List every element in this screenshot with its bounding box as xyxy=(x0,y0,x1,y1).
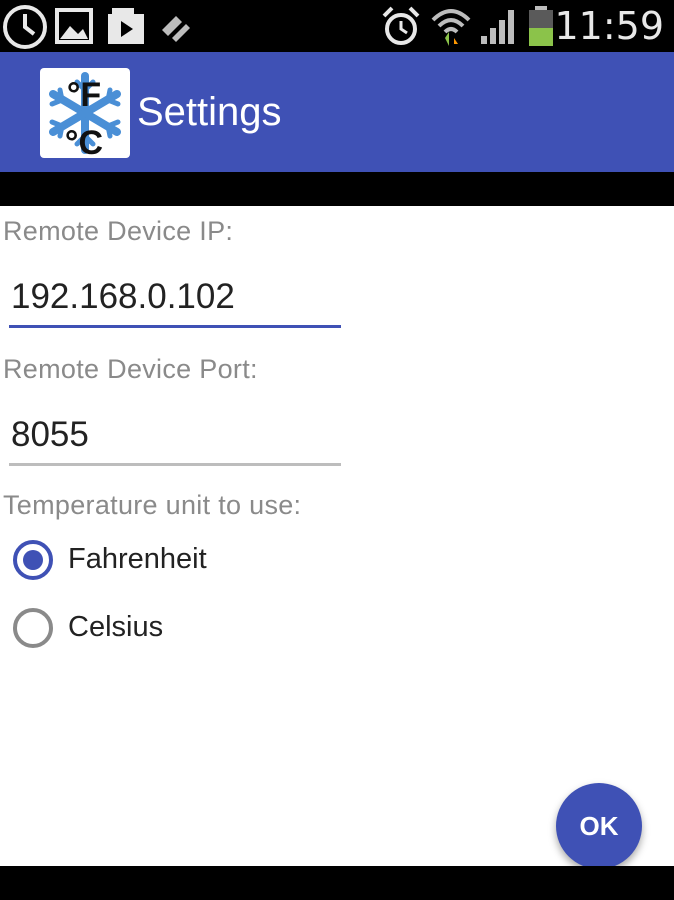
settings-form: Remote Device IP: Remote Device Port: Te… xyxy=(0,206,674,866)
status-time: 11:59 xyxy=(554,4,664,48)
ip-label: Remote Device IP: xyxy=(3,216,234,246)
ip-input-underline xyxy=(9,325,341,328)
port-label: Remote Device Port: xyxy=(3,354,258,384)
radio-celsius-label: Celsius xyxy=(68,611,164,643)
app-screen: 11:59 °F °C Settings Remote Device IP: 1… xyxy=(0,0,674,900)
app-logo: °F °C xyxy=(40,68,130,158)
clock-icon xyxy=(2,4,48,55)
unit-label: Temperature unit to use: xyxy=(3,490,302,520)
snowflake-icon: °F °C xyxy=(49,72,121,158)
radio-fahrenheit[interactable]: Fahrenheit xyxy=(10,534,410,584)
sync-icon xyxy=(156,4,196,53)
port-input-underline xyxy=(9,463,341,466)
radio-checked-icon[interactable] xyxy=(12,539,54,586)
bottom-band xyxy=(0,866,674,900)
page-title: Settings xyxy=(137,90,282,134)
toolbar-shadow-band xyxy=(0,172,674,206)
logo-celsius: °C xyxy=(65,124,103,158)
port-input[interactable] xyxy=(9,411,341,459)
radio-celsius[interactable]: Celsius xyxy=(10,602,410,652)
media-icon xyxy=(104,4,148,53)
radio-unchecked-icon[interactable] xyxy=(12,607,54,654)
image-icon xyxy=(52,4,96,53)
app-bar: °F °C Settings xyxy=(0,52,674,172)
alarm-icon xyxy=(380,4,422,53)
logo-fahrenheit: °F xyxy=(67,76,101,114)
ok-button[interactable]: OK xyxy=(556,783,642,869)
ip-input[interactable] xyxy=(9,273,341,321)
radio-fahrenheit-label: Fahrenheit xyxy=(68,543,207,575)
wifi-icon xyxy=(430,4,472,53)
status-bar: 11:59 xyxy=(0,0,674,52)
battery-icon xyxy=(526,4,556,53)
signal-icon xyxy=(478,4,520,53)
